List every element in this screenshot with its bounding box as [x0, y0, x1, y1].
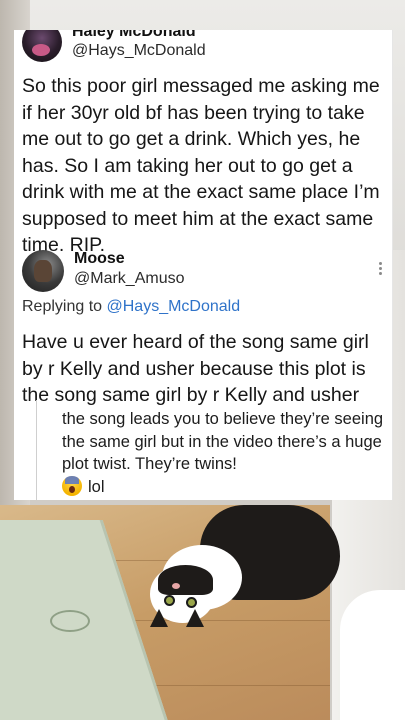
- author-name[interactable]: Haley McDonald: [72, 30, 196, 41]
- cat-eye: [164, 595, 175, 606]
- cat-ear: [186, 609, 204, 627]
- continuation-suffix: lol: [88, 477, 105, 496]
- replying-to: Replying to @Hays_McDonald: [22, 298, 240, 316]
- cat-nose: [172, 583, 180, 589]
- author-handle[interactable]: @Hays_McDonald: [72, 42, 206, 60]
- cat: [140, 505, 340, 627]
- cat-eye: [186, 597, 197, 608]
- tweet-text: So this poor girl messaged me asking me …: [22, 75, 380, 256]
- reply-text: Have u ever heard of the song same girl …: [22, 331, 369, 406]
- reply-author-name[interactable]: Moose: [74, 250, 125, 268]
- cat-ear: [150, 609, 168, 627]
- tweet-header: Haley McDonald @Hays_McDonald: [22, 30, 384, 62]
- continuation-text: the song leads you to believe they’re se…: [62, 408, 392, 498]
- face-screaming-in-fear-icon: [62, 475, 82, 496]
- continuation-body: the song leads you to believe they’re se…: [62, 410, 384, 473]
- more-vertical-icon[interactable]: [379, 262, 383, 277]
- cabinet-base: [340, 590, 405, 720]
- more-vertical-icon[interactable]: [392, 34, 393, 49]
- avatar[interactable]: [22, 250, 64, 292]
- reply-continuation: the song leads you to believe they’re se…: [36, 400, 388, 500]
- reply-header: Moose @Mark_Amuso: [22, 250, 384, 294]
- rug-pattern: [50, 610, 90, 632]
- replying-to-handle-link[interactable]: @Hays_McDonald: [107, 298, 241, 315]
- cat-face-mask: [158, 565, 213, 595]
- replying-to-label: Replying to: [22, 298, 107, 315]
- tweet-card: Haley McDonald @Hays_McDonald So this po…: [14, 30, 393, 500]
- avatar[interactable]: [22, 30, 62, 62]
- reply-author-handle[interactable]: @Mark_Amuso: [74, 270, 185, 288]
